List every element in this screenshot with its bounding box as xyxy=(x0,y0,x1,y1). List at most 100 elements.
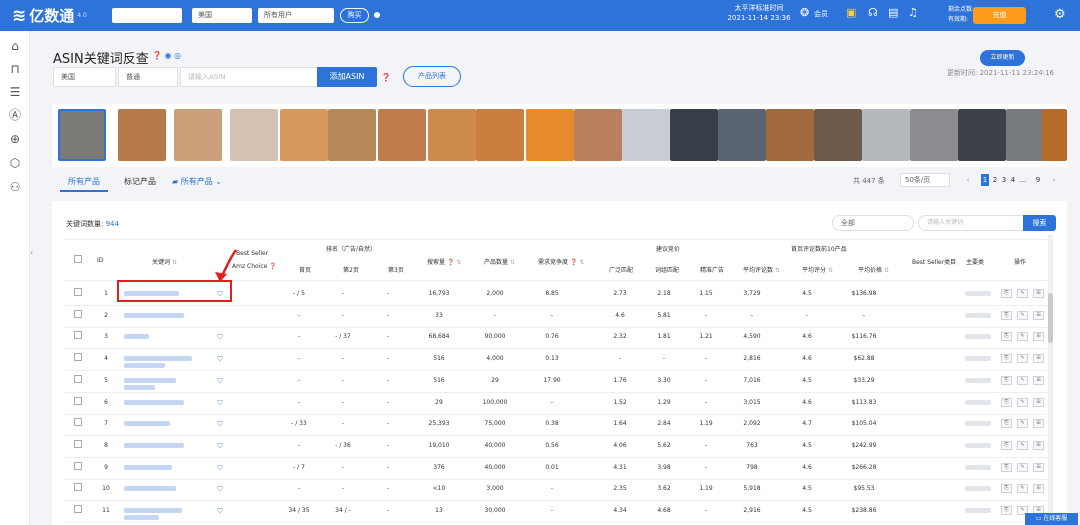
product-thumb[interactable] xyxy=(58,109,106,161)
keyword-filter-select[interactable]: 全部 xyxy=(832,215,914,231)
switch-button[interactable]: 购买 xyxy=(340,8,369,23)
market-select[interactable]: 美国 xyxy=(192,8,252,23)
page-1[interactable]: 1 xyxy=(981,174,989,186)
product-thumb[interactable] xyxy=(428,109,476,161)
row-checkbox[interactable] xyxy=(74,439,82,448)
copy-button[interactable]: ⎘ xyxy=(1001,289,1012,298)
sort-icon[interactable]: ⇅ xyxy=(884,267,889,274)
chart-button[interactable]: ⊞ xyxy=(1033,310,1044,320)
page-size-select[interactable]: 50条/页 xyxy=(900,173,950,187)
page-ellipsis[interactable]: ... xyxy=(1019,174,1027,186)
refresh-button[interactable]: 立即更新 xyxy=(980,50,1025,66)
keyword-link[interactable] xyxy=(124,356,192,362)
keyword-link[interactable] xyxy=(124,384,155,390)
edit-button[interactable]: ✎ xyxy=(1017,332,1028,342)
product-thumb[interactable] xyxy=(718,109,766,161)
help-icon[interactable]: ❓ xyxy=(381,73,391,82)
col-product-count[interactable]: 产品数量 ⇅ xyxy=(484,257,515,266)
sort-icon[interactable]: ⇅ xyxy=(510,259,515,266)
tab-folder[interactable]: ▰ 所有产品 ⌄ xyxy=(172,176,222,187)
page-3[interactable]: 3 xyxy=(1000,174,1008,186)
gift-icon[interactable]: ▣ xyxy=(846,6,856,19)
product-thumb[interactable] xyxy=(230,109,278,161)
country-select[interactable]: 美国 xyxy=(53,67,116,87)
chart-button[interactable]: ⊞ xyxy=(1033,462,1044,472)
chart-button[interactable]: ⊞ xyxy=(1033,419,1044,429)
product-thumb[interactable] xyxy=(378,109,426,161)
copy-button[interactable]: ⎘ xyxy=(1001,354,1012,364)
keyword-search-input[interactable]: 请输入关键词 xyxy=(918,215,1024,231)
chart-button[interactable]: ⊞ xyxy=(1033,332,1044,342)
shield-check-icon[interactable]: ⛉ xyxy=(216,464,224,472)
row-checkbox[interactable] xyxy=(74,309,82,318)
product-thumb[interactable] xyxy=(622,109,670,161)
help-icon[interactable]: ❓ xyxy=(570,259,577,266)
sort-icon[interactable]: ⇅ xyxy=(828,267,833,274)
site-select[interactable] xyxy=(112,8,182,23)
product-thumb[interactable] xyxy=(118,109,166,161)
keyword-link[interactable] xyxy=(124,515,159,520)
renew-button[interactable]: 充值 xyxy=(973,7,1026,24)
keyword-link[interactable] xyxy=(124,442,184,448)
chart-button[interactable]: ⊞ xyxy=(1033,354,1044,364)
box-icon[interactable]: ⬡ xyxy=(7,155,23,171)
shield-check-icon[interactable]: ⛉ xyxy=(216,333,224,341)
row-checkbox[interactable] xyxy=(74,353,82,362)
sort-icon[interactable]: ⇅ xyxy=(579,259,584,266)
page-2[interactable]: 2 xyxy=(991,174,999,186)
product-thumb[interactable] xyxy=(476,109,524,161)
col-demand-ratio[interactable]: 需求竞争度 ❓ ⇅ xyxy=(538,257,584,266)
chart-button[interactable]: ⊞ xyxy=(1033,375,1044,385)
keyword-link[interactable] xyxy=(124,312,184,318)
edit-button[interactable]: ✎ xyxy=(1017,484,1028,494)
shield-check-icon[interactable]: ⛉ xyxy=(216,355,224,363)
copy-button[interactable]: ⎘ xyxy=(1001,484,1012,494)
gear-icon[interactable]: ⚙ xyxy=(1054,7,1066,22)
copy-button[interactable]: ⎘ xyxy=(1001,440,1012,450)
keyword-link[interactable] xyxy=(124,334,149,340)
customer-service-button[interactable]: ▭ 在线客服 xyxy=(1025,513,1078,525)
tab-all-products[interactable]: 所有产品 xyxy=(60,176,108,192)
edit-button[interactable]: ✎ xyxy=(1017,419,1028,429)
product-thumb[interactable] xyxy=(958,109,1006,161)
product-thumb[interactable] xyxy=(766,109,814,161)
keyword-link[interactable] xyxy=(124,377,176,383)
product-thumb[interactable] xyxy=(574,109,622,161)
copy-button[interactable]: ⎘ xyxy=(1001,332,1012,342)
scrollbar-thumb[interactable] xyxy=(1048,293,1053,343)
next-page-icon[interactable]: › xyxy=(1050,174,1058,186)
shield-check-icon[interactable]: ⛉ xyxy=(216,485,224,493)
product-thumb[interactable] xyxy=(328,109,376,161)
play-icon[interactable]: ◉ xyxy=(165,51,172,60)
shield-check-icon[interactable]: ⛉ xyxy=(216,442,224,450)
keyword-link[interactable] xyxy=(124,399,184,405)
user-select[interactable]: 所有用户 xyxy=(258,8,334,23)
chart-button[interactable]: ⊞ xyxy=(1033,397,1044,407)
product-thumb[interactable] xyxy=(814,109,862,161)
keyword-link[interactable] xyxy=(124,486,176,492)
help-icon[interactable]: ❓ xyxy=(152,51,162,60)
col-search-volume[interactable]: 搜索量 ❓ ⇅ xyxy=(427,257,461,266)
copy-button[interactable]: ⎘ xyxy=(1001,310,1012,320)
row-checkbox[interactable] xyxy=(74,505,82,513)
asin-input[interactable]: 请输入ASIN xyxy=(180,67,318,87)
chart-button[interactable]: ⊞ xyxy=(1033,484,1044,494)
edit-button[interactable]: ✎ xyxy=(1017,289,1028,298)
row-checkbox[interactable] xyxy=(74,396,82,405)
keyword-link[interactable] xyxy=(124,421,170,427)
sort-icon[interactable]: ⇅ xyxy=(456,259,461,266)
list-icon[interactable]: ☰ xyxy=(7,84,23,100)
row-checkbox[interactable] xyxy=(74,331,82,340)
row-checkbox[interactable] xyxy=(74,483,82,492)
edit-button[interactable]: ✎ xyxy=(1017,310,1028,320)
edit-button[interactable]: ✎ xyxy=(1017,375,1028,385)
bell-icon[interactable]: ♫ xyxy=(908,6,918,19)
edit-button[interactable]: ✎ xyxy=(1017,354,1028,364)
row-checkbox[interactable] xyxy=(74,374,82,383)
product-thumb[interactable] xyxy=(670,109,718,161)
shield-check-icon[interactable]: ⛉ xyxy=(216,507,224,515)
shield-check-icon[interactable]: ⛉ xyxy=(216,377,224,385)
help-icon[interactable]: ❓ xyxy=(269,263,276,270)
select-all-checkbox[interactable] xyxy=(74,255,82,263)
copy-button[interactable]: ⎘ xyxy=(1001,506,1012,515)
